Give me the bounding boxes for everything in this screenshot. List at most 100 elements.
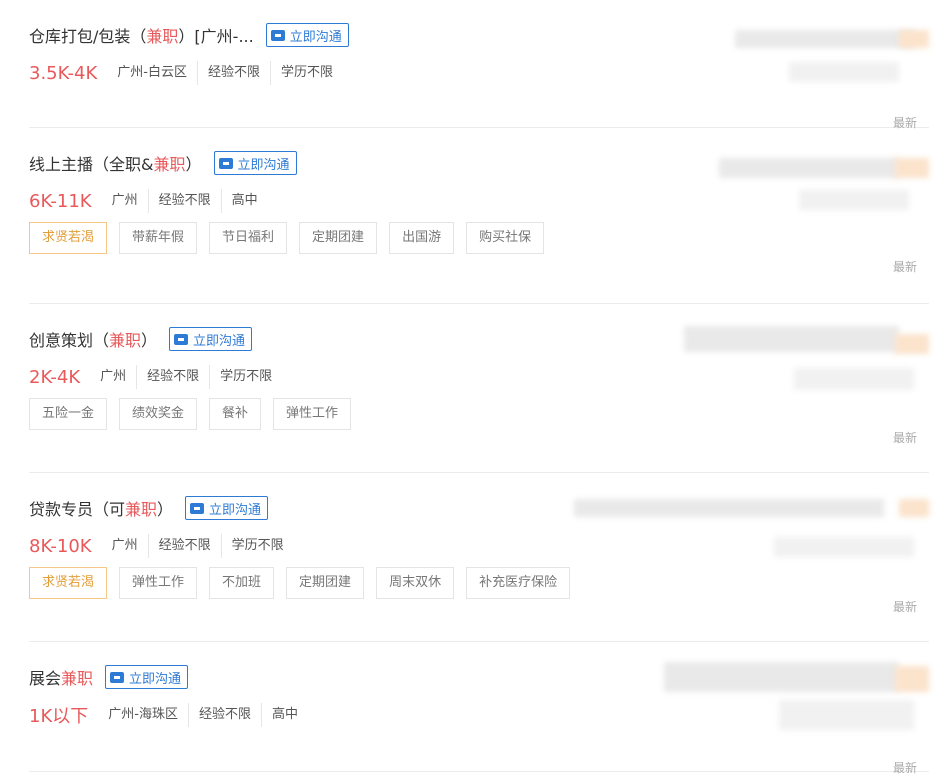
job-tag: 定期团建 — [299, 222, 378, 254]
blurred-company-info — [779, 700, 914, 730]
job-list: 仓库打包/包装（兼职）[广州-... 立即沟通 3.5K-4K 广州-白云区 经… — [0, 0, 944, 775]
job-experience: 经验不限 — [187, 703, 261, 727]
job-title[interactable]: 线上主播（全职&兼职） — [29, 151, 202, 175]
job-location: 广州-白云区 — [117, 65, 187, 80]
chat-now-button[interactable]: 立即沟通 — [169, 327, 253, 351]
job-title[interactable]: 创意策划（兼职） — [29, 327, 157, 351]
job-education: 高中 — [260, 703, 308, 727]
job-location: 广州 — [111, 193, 138, 208]
job-title-row: 贷款专员（可兼职） 立即沟通 — [29, 495, 269, 521]
job-tag: 周末双休 — [376, 567, 455, 599]
blurred-company-logo — [899, 30, 929, 48]
chat-now-label: 立即沟通 — [129, 671, 182, 687]
job-title-row: 展会兼职 立即沟通 — [29, 664, 189, 690]
job-info-row: 2K-4K 广州 经验不限 学历不限 — [29, 365, 282, 389]
job-tag: 求贤若渴 — [29, 222, 108, 254]
blurred-company-logo — [895, 666, 929, 692]
job-title-row: 创意策划（兼职） 立即沟通 — [29, 326, 253, 352]
chat-now-label: 立即沟通 — [209, 502, 262, 518]
newest-label: 最新 — [892, 431, 917, 445]
job-location: 广州 — [100, 369, 127, 384]
job-title-part: ） — [141, 331, 158, 350]
job-title-highlight: 兼职 — [109, 331, 142, 350]
job-card[interactable]: 贷款专员（可兼职） 立即沟通 8K-10K 广州 经验不限 学历不限 求贤若渴 … — [29, 473, 929, 642]
job-title-part: ） — [157, 500, 174, 519]
blurred-company-info — [794, 368, 914, 390]
job-card[interactable]: 展会兼职 立即沟通 1K以下 广州-海珠区 经验不限 高中 最新 — [29, 642, 929, 775]
newest-label: 最新 — [892, 600, 917, 614]
job-tag: 出国游 — [389, 222, 455, 254]
job-card[interactable]: 线上主播（全职&兼职） 立即沟通 6K-11K 广州 经验不限 高中 求贤若渴 … — [29, 128, 929, 304]
job-title-row: 线上主播（全职&兼职） 立即沟通 — [29, 150, 297, 176]
job-card[interactable]: 创意策划（兼职） 立即沟通 2K-4K 广州 经验不限 学历不限 五险一金 绩效… — [29, 304, 929, 473]
job-tag: 定期团建 — [286, 567, 365, 599]
job-title-part: 贷款专员（可 — [29, 500, 126, 519]
chat-now-label: 立即沟通 — [193, 333, 246, 349]
job-card[interactable]: 仓库打包/包装（兼职）[广州-... 立即沟通 3.5K-4K 广州-白云区 经… — [29, 0, 929, 130]
job-title-part: ） — [185, 155, 202, 174]
job-title-highlight: 兼职 — [146, 27, 179, 46]
job-title[interactable]: 仓库打包/包装（兼职）[广州-... — [29, 23, 254, 47]
job-title[interactable]: 贷款专员（可兼职） — [29, 496, 173, 520]
job-tag: 补充医疗保险 — [466, 567, 571, 599]
job-education: 高中 — [220, 189, 268, 213]
chat-icon — [110, 671, 125, 683]
job-title-part: 展会 — [29, 669, 62, 688]
chat-icon — [218, 157, 233, 169]
job-tag: 弹性工作 — [119, 567, 198, 599]
job-tag: 购买社保 — [466, 222, 545, 254]
job-title-highlight: 兼职 — [153, 155, 186, 174]
job-title-part: 仓库打包/包装（ — [29, 27, 147, 46]
job-title-highlight: 兼职 — [125, 500, 158, 519]
job-tag: 弹性工作 — [273, 398, 352, 430]
blurred-company-name — [664, 662, 899, 692]
job-info-row: 8K-10K 广州 经验不限 学历不限 — [29, 534, 294, 558]
blurred-company-name — [684, 326, 899, 352]
job-tag: 不加班 — [209, 567, 275, 599]
blurred-company-name — [574, 499, 884, 517]
chat-now-button[interactable]: 立即沟通 — [185, 496, 269, 520]
blurred-company-logo — [899, 499, 929, 517]
chat-now-button[interactable]: 立即沟通 — [105, 665, 189, 689]
job-title-part: 创意策划（ — [29, 331, 110, 350]
job-tag: 节日福利 — [209, 222, 288, 254]
job-location: 广州-海珠区 — [108, 707, 178, 722]
job-tag: 绩效奖金 — [119, 398, 198, 430]
salary: 8K-10K — [29, 535, 92, 557]
job-info-row: 3.5K-4K 广州-白云区 经验不限 学历不限 — [29, 61, 343, 85]
job-education: 学历不限 — [220, 534, 294, 558]
blurred-company-name — [719, 158, 899, 178]
job-education: 学历不限 — [270, 61, 343, 85]
job-tag: 带薪年假 — [119, 222, 198, 254]
job-experience: 经验不限 — [136, 365, 209, 389]
salary: 3.5K-4K — [29, 62, 98, 84]
salary: 6K-11K — [29, 190, 92, 212]
chat-icon — [270, 29, 285, 41]
job-experience: 经验不限 — [147, 534, 221, 558]
job-title-part: ）[广州-... — [178, 27, 254, 46]
job-education: 学历不限 — [209, 365, 282, 389]
job-experience: 经验不限 — [147, 189, 221, 213]
blurred-company-name — [735, 30, 915, 48]
job-title-row: 仓库打包/包装（兼职）[广州-... 立即沟通 — [29, 22, 349, 48]
job-tags: 五险一金 绩效奖金 餐补 弹性工作 — [29, 398, 352, 430]
chat-icon — [174, 333, 189, 345]
job-tags: 求贤若渴 弹性工作 不加班 定期团建 周末双休 补充医疗保险 — [29, 567, 571, 599]
job-location: 广州 — [111, 538, 138, 553]
blurred-company-logo — [895, 334, 929, 354]
blurred-company-info — [799, 190, 909, 210]
job-title-highlight: 兼职 — [61, 669, 94, 688]
chat-now-button[interactable]: 立即沟通 — [213, 151, 297, 175]
chat-now-button[interactable]: 立即沟通 — [265, 23, 349, 47]
newest-label: 最新 — [892, 761, 917, 775]
job-tags: 求贤若渴 带薪年假 节日福利 定期团建 出国游 购买社保 — [29, 222, 545, 254]
job-tag: 餐补 — [209, 398, 262, 430]
job-title-part: 线上主播（全职& — [29, 155, 154, 174]
salary: 1K以下 — [29, 706, 89, 727]
job-tag: 求贤若渴 — [29, 567, 108, 599]
blurred-company-logo — [895, 158, 929, 178]
job-experience: 经验不限 — [197, 61, 270, 85]
chat-now-label: 立即沟通 — [237, 157, 290, 173]
job-info-row: 6K-11K 广州 经验不限 高中 — [29, 189, 268, 213]
job-title[interactable]: 展会兼职 — [29, 665, 93, 689]
